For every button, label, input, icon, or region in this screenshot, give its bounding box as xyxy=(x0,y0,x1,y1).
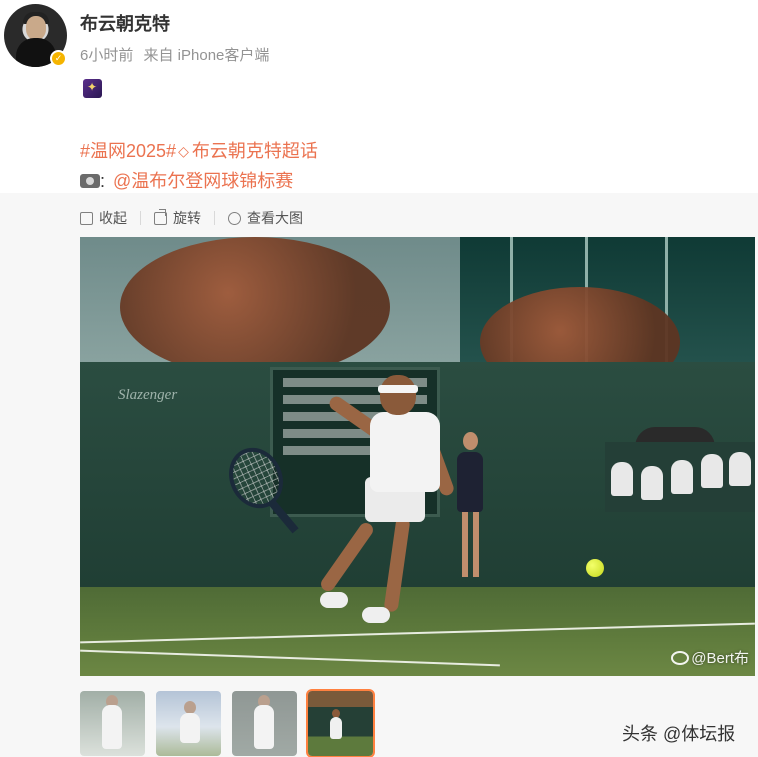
toolbar-divider xyxy=(214,211,215,225)
thumbnail-strip xyxy=(80,689,375,757)
avatar-jacket xyxy=(16,38,56,67)
collapse-label: 收起 xyxy=(99,210,127,226)
thumbnail-1[interactable] xyxy=(80,691,145,756)
photo-watermark: @Bert布 xyxy=(671,647,749,668)
view-large-label: 查看大图 xyxy=(247,210,303,226)
diamond-icon: ◇ xyxy=(178,143,189,159)
rotate-label: 旋转 xyxy=(173,210,201,226)
hashtag-link[interactable]: #温网2025# xyxy=(80,141,176,161)
topic-line: #温网2025# ◇ 布云朝克特超话 xyxy=(80,137,318,163)
post-source: 来自 iPhone客户端 xyxy=(143,47,270,64)
view-large-button[interactable]: 查看大图 xyxy=(228,208,303,228)
weibo-post: ✓ 布云朝克特 6小时前 来自 iPhone客户端 #温网2025#◇布云朝克特… xyxy=(0,0,758,757)
thumbnail-4-active[interactable] xyxy=(306,689,375,757)
rotate-button[interactable]: 旋转 xyxy=(154,208,201,228)
weibo-logo-icon xyxy=(671,651,690,665)
photo-tree xyxy=(120,237,390,377)
thumbnail-3[interactable] xyxy=(232,691,297,756)
post-meta: 6小时前 来自 iPhone客户端 xyxy=(80,44,275,65)
source-credit: 头条 @体坛报 xyxy=(622,724,736,744)
photo-brand-text: Slazenger xyxy=(118,387,178,403)
photo-crowd xyxy=(605,442,755,512)
verified-badge-icon: ✓ xyxy=(50,50,67,67)
mention-colon: : xyxy=(100,171,106,191)
media-panel: 收起 旋转 查看大图 Slazenger @Bert布 头条 @体坛报 xyxy=(0,193,758,757)
mention-line: : @温布尔登网球锦标赛 xyxy=(80,167,293,193)
avatar-head xyxy=(26,16,46,40)
camera-icon xyxy=(80,174,100,188)
rotate-icon xyxy=(154,208,167,225)
collapse-icon xyxy=(80,211,93,225)
toolbar-divider xyxy=(140,211,141,225)
author-name[interactable]: 布云朝克特 xyxy=(80,10,170,36)
photo-tennis-ball xyxy=(586,559,604,577)
watermark-text: @Bert布 xyxy=(691,650,749,667)
super-topic-link[interactable]: 布云朝克特超话 xyxy=(192,141,318,161)
media-toolbar: 收起 旋转 查看大图 xyxy=(80,208,303,228)
main-photo[interactable]: Slazenger @Bert布 xyxy=(80,237,755,676)
emoji-badge-icon xyxy=(83,79,102,98)
mention-link[interactable]: @温布尔登网球锦标赛 xyxy=(113,171,293,191)
post-time[interactable]: 6小时前 xyxy=(80,47,133,64)
photo-player xyxy=(318,367,490,637)
thumbnail-2[interactable] xyxy=(156,691,221,756)
zoom-icon xyxy=(228,211,241,225)
collapse-button[interactable]: 收起 xyxy=(80,208,127,228)
